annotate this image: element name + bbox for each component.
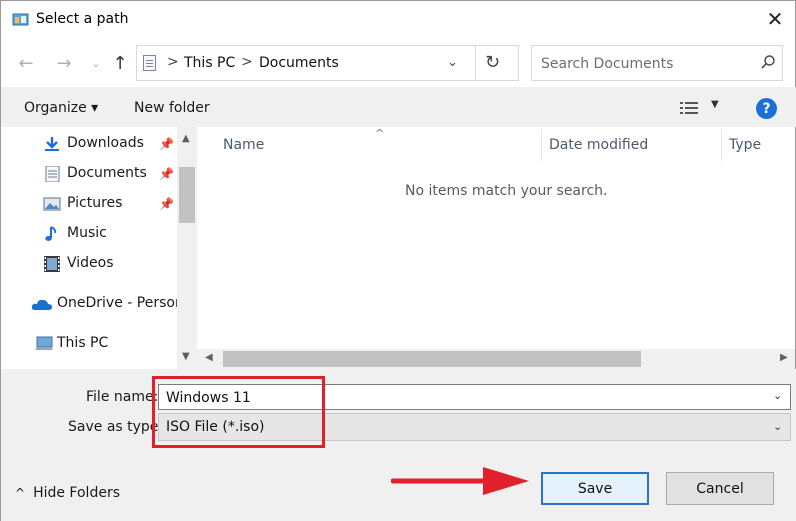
scroll-down-icon[interactable]: ▼	[182, 351, 190, 362]
help-label: ?	[762, 100, 771, 117]
file-list-horizontal-scrollbar[interactable]: ◀ ▶	[197, 349, 795, 369]
nav-item-documents[interactable]: Documents 📌	[1, 161, 177, 187]
new-folder-button[interactable]: New folder	[134, 100, 210, 116]
close-button[interactable]: ✕	[759, 3, 791, 35]
scroll-left-icon[interactable]: ◀	[205, 352, 213, 363]
document-icon	[45, 166, 60, 182]
arrow-left-icon: ←	[18, 52, 34, 74]
breadcrumb-this-pc[interactable]: This PC	[184, 55, 235, 71]
refresh-icon[interactable]: ↻	[485, 52, 500, 73]
save-button[interactable]: Save	[541, 472, 649, 505]
pin-icon[interactable]: 📌	[159, 167, 174, 181]
hide-folders-button[interactable]: ^ Hide Folders	[15, 485, 120, 501]
scroll-right-icon[interactable]: ▶	[780, 352, 788, 363]
chevron-down-icon: ⌄	[91, 56, 101, 70]
nav-pane-scrollbar[interactable]: ▲ ▼	[177, 127, 197, 369]
pictures-icon	[43, 197, 61, 211]
address-dropdown-icon[interactable]: ⌄	[447, 55, 458, 70]
breadcrumb-documents[interactable]: Documents	[259, 55, 339, 71]
pin-icon[interactable]: 📌	[159, 137, 174, 151]
up-button[interactable]: ↑	[109, 52, 131, 74]
scroll-up-icon[interactable]: ▲	[182, 133, 190, 144]
file-name-label: File name:	[86, 389, 159, 405]
search-box[interactable]	[531, 45, 783, 81]
nav-item-videos[interactable]: Videos	[1, 251, 177, 277]
column-divider[interactable]	[721, 129, 722, 161]
chevron-down-icon[interactable]: ⌄	[773, 389, 782, 402]
view-dropdown-icon[interactable]: ▼	[711, 99, 719, 110]
command-bar: Organize ▾ New folder ▼ ?	[1, 87, 796, 127]
nav-item-downloads[interactable]: Downloads 📌	[1, 131, 177, 157]
nav-item-label: Videos	[67, 255, 114, 271]
download-icon	[45, 137, 59, 151]
cancel-button[interactable]: Cancel	[666, 472, 774, 505]
scrollbar-thumb[interactable]	[179, 167, 195, 223]
breadcrumb-separator: >	[241, 54, 253, 70]
annotation-highlight-box	[152, 376, 325, 448]
save-dialog: Select a path ✕ ← → ⌄ ↑ > This PC > Docu…	[0, 0, 796, 521]
column-header-date-modified[interactable]: Date modified	[549, 137, 648, 153]
window-title: Select a path	[36, 11, 129, 27]
empty-state-message: No items match your search.	[405, 183, 608, 199]
navigation-pane: Downloads 📌 Documents 📌 Pictures 📌 Music…	[1, 127, 197, 369]
nav-item-music[interactable]: Music	[1, 221, 177, 247]
pin-icon[interactable]: 📌	[159, 197, 174, 211]
title-bar: Select a path ✕	[1, 1, 796, 39]
hide-folders-label: Hide Folders	[33, 485, 120, 501]
column-divider[interactable]	[541, 129, 542, 161]
computer-icon	[35, 336, 53, 350]
annotation-arrow-icon	[391, 467, 529, 495]
save-as-type-label: Save as type:	[68, 419, 164, 435]
arrow-up-icon: ↑	[112, 52, 128, 74]
nav-item-label: Documents	[67, 165, 147, 181]
arrow-right-icon: →	[56, 52, 72, 74]
bottom-pane: File name: ⌄ Save as type: ISO File (*.i…	[1, 369, 796, 521]
nav-item-onedrive[interactable]: OneDrive - Person	[1, 291, 184, 317]
nav-item-label: Music	[67, 225, 107, 241]
search-input[interactable]	[541, 54, 751, 74]
forward-button[interactable]: →	[53, 52, 75, 74]
view-options-icon[interactable]	[680, 101, 698, 115]
document-icon	[143, 55, 156, 71]
breadcrumb-separator: >	[167, 54, 179, 70]
search-icon	[761, 55, 775, 69]
help-icon[interactable]: ?	[756, 98, 777, 119]
app-icon	[12, 13, 29, 26]
recent-locations-button[interactable]: ⌄	[85, 52, 107, 74]
scrollbar-thumb[interactable]	[223, 351, 641, 367]
chevron-up-icon: ^	[15, 486, 26, 500]
nav-item-label: Pictures	[67, 195, 123, 211]
sort-ascending-icon: ^	[375, 127, 385, 140]
nav-item-this-pc[interactable]: This PC	[1, 331, 177, 357]
address-row: ← → ⌄ ↑ > This PC > Documents ⌄ ↻	[1, 45, 796, 83]
file-list: ^ Name Date modified Type No items match…	[197, 127, 795, 369]
nav-item-pictures[interactable]: Pictures 📌	[1, 191, 177, 217]
onedrive-icon	[31, 299, 52, 310]
address-bar[interactable]: > This PC > Documents ⌄ ↻	[136, 45, 519, 81]
close-icon: ✕	[766, 7, 784, 31]
nav-item-label: OneDrive - Person	[57, 295, 184, 311]
divider	[475, 46, 476, 80]
chevron-down-icon[interactable]: ⌄	[773, 420, 782, 433]
nav-item-label: Downloads	[67, 135, 144, 151]
videos-icon	[44, 256, 60, 272]
organize-button[interactable]: Organize ▾	[24, 100, 98, 116]
nav-item-partial	[1, 361, 177, 369]
nav-item-label: This PC	[57, 335, 109, 351]
back-button[interactable]: ←	[15, 52, 37, 74]
column-header-type[interactable]: Type	[729, 137, 761, 153]
column-header-name[interactable]: Name	[223, 137, 264, 153]
music-icon	[45, 226, 57, 241]
